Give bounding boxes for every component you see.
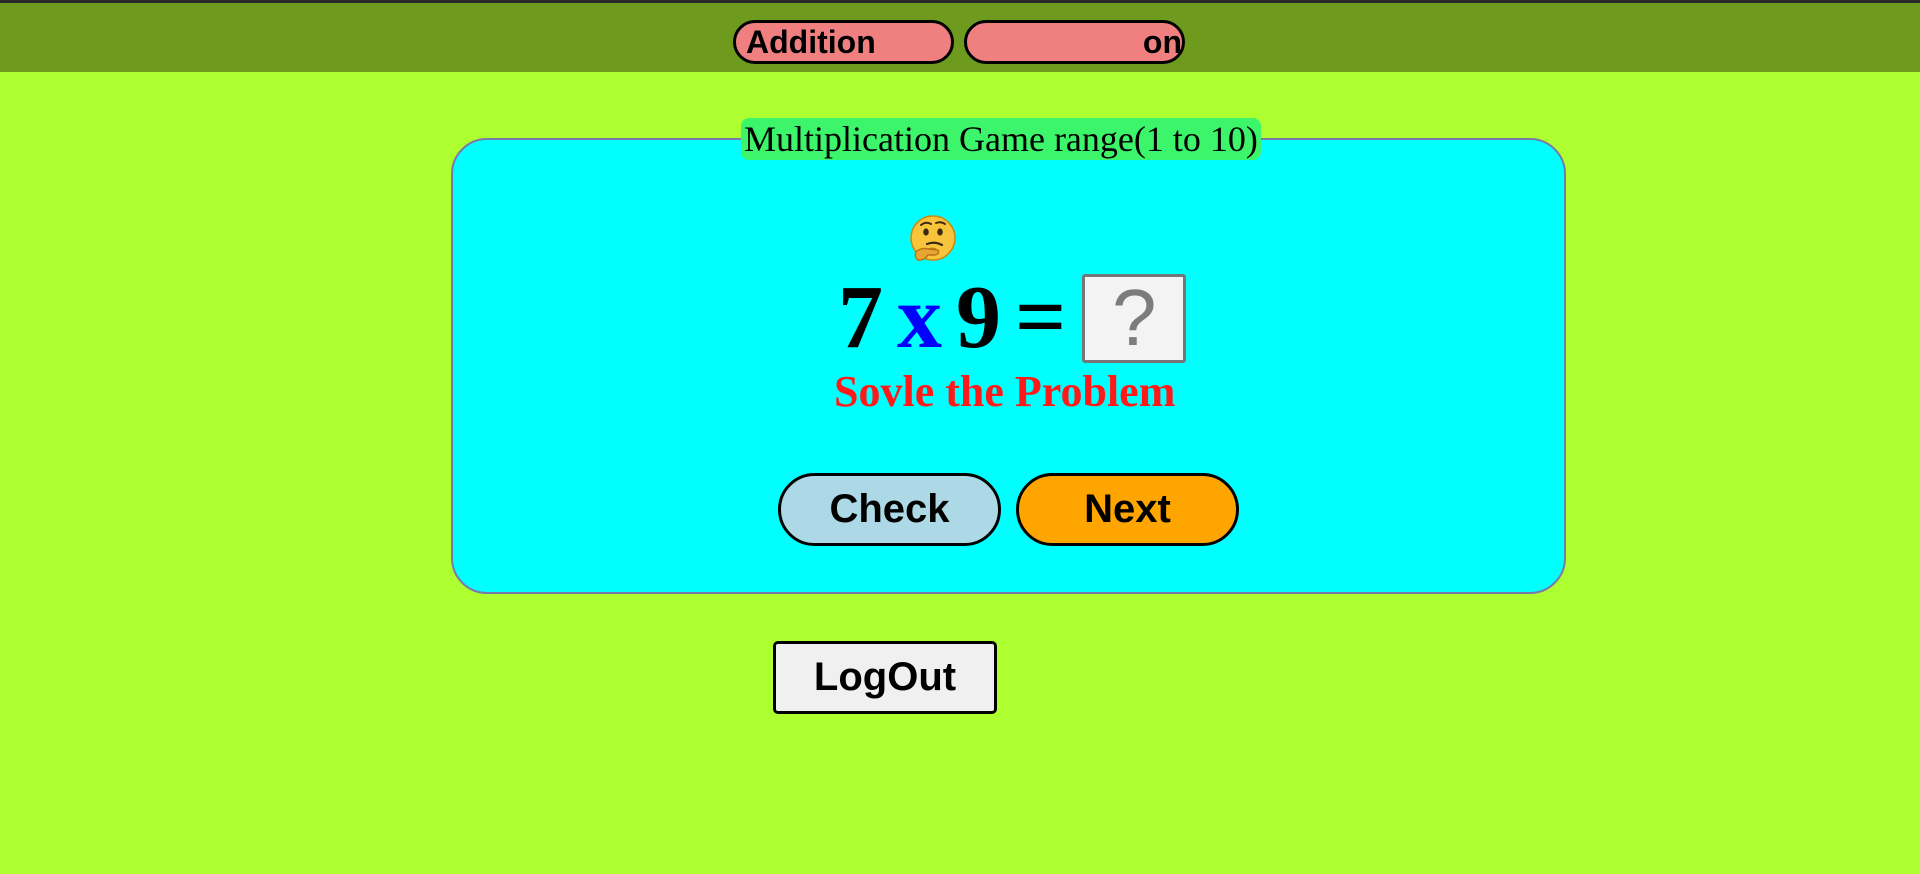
nav-second-button[interactable]: on [964, 20, 1185, 64]
top-nav-bar [0, 3, 1920, 72]
nav-second-label: on [1142, 24, 1182, 60]
logout-button[interactable]: LogOut [773, 641, 997, 714]
operand-b: 9 [956, 268, 1001, 367]
nav-addition-button[interactable]: Addition [733, 20, 954, 64]
next-button[interactable]: Next [1016, 473, 1239, 546]
check-button[interactable]: Check [778, 473, 1001, 546]
thinking-face-icon [910, 215, 956, 261]
app-root: Addition on Multiplication Game range(1 … [0, 0, 1920, 874]
operand-a: 7 [838, 268, 883, 367]
game-title: Multiplication Game range(1 to 10) [741, 118, 1261, 160]
equals-sign: = [1015, 268, 1067, 367]
problem-row: 7 x 9 = [838, 268, 1187, 368]
answer-input[interactable] [1082, 273, 1187, 363]
multiply-operator: x [897, 268, 942, 367]
status-message: Sovle the Problem [834, 367, 1176, 416]
